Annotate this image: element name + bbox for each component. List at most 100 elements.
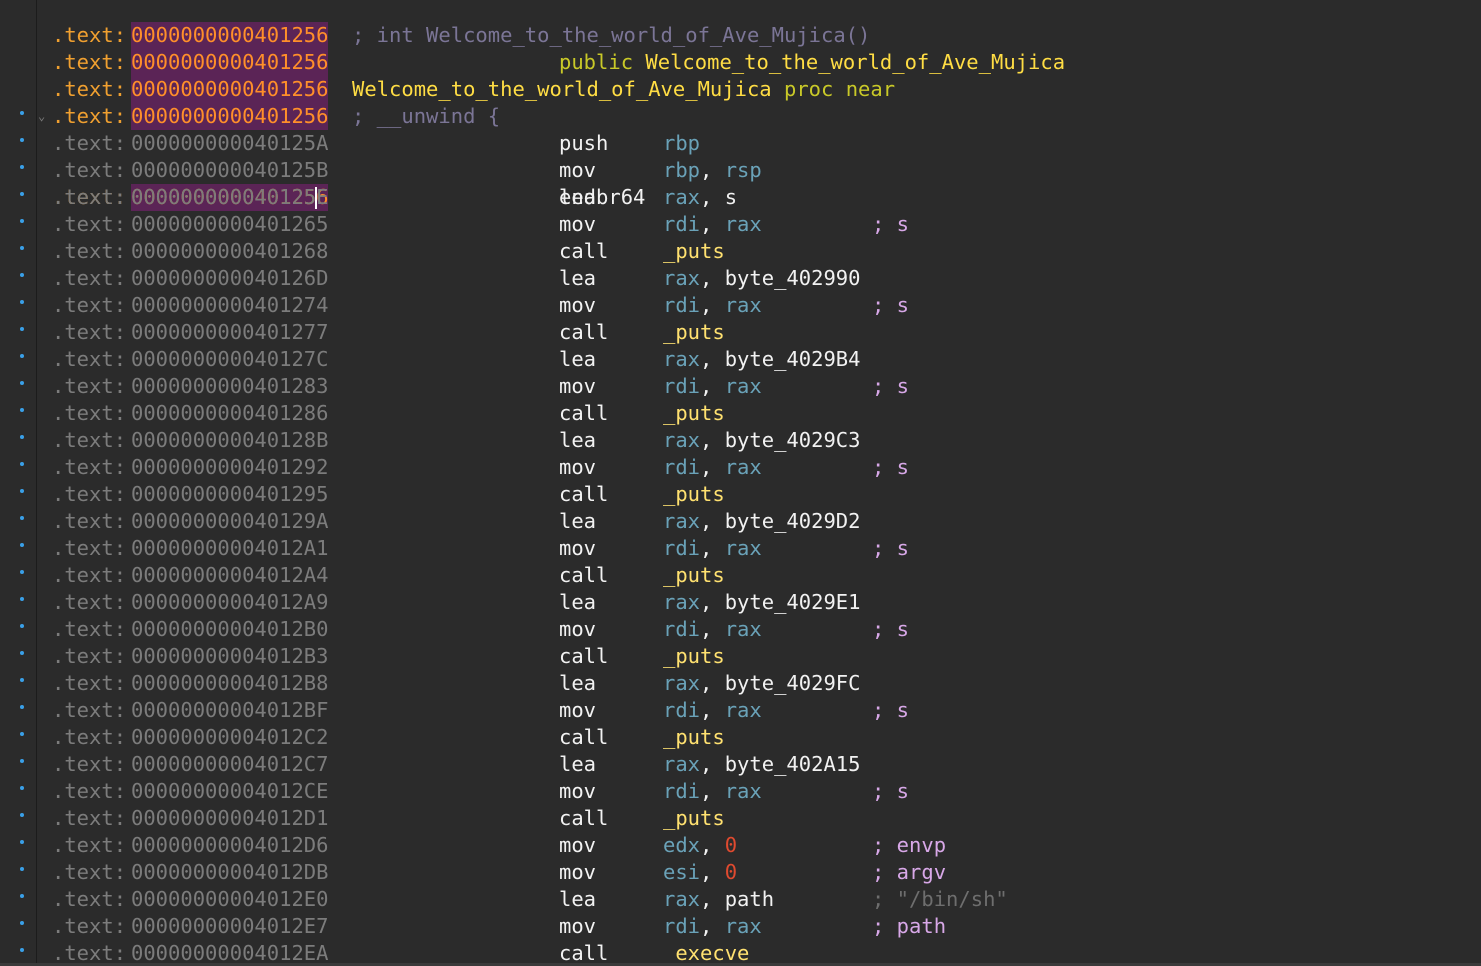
breakpoint-dot-icon[interactable] [20, 435, 24, 439]
chevron-down-icon[interactable]: ⌄ [38, 103, 45, 130]
name-operand[interactable]: byte_4029B4 [725, 347, 861, 371]
breakpoint-dot-icon[interactable] [20, 786, 24, 790]
register-operand[interactable]: rax [663, 185, 700, 209]
mnemonic[interactable]: mov [559, 859, 596, 886]
listing-line[interactable]: .text: 0000000000401295 call _puts [0, 481, 1481, 508]
breakpoint-dot-icon[interactable] [20, 300, 24, 304]
listing-line[interactable]: .text: 00000000004012DB mov esi, 0 ; argv [0, 859, 1481, 886]
mnemonic[interactable]: mov [559, 832, 596, 859]
mnemonic[interactable]: lea [559, 184, 596, 211]
listing-line[interactable]: .text: 000000000040127C lea rax, byte_4029B… [0, 346, 1481, 373]
register-operand[interactable]: rax [725, 779, 762, 803]
symbol-operand[interactable]: _puts [663, 401, 725, 425]
address[interactable]: 000000000040125E [131, 184, 328, 211]
disassembly-view[interactable]: .text: 0000000000401256; int Welcome_to_t… [0, 0, 1481, 966]
register-operand[interactable]: rax [663, 428, 700, 452]
mnemonic[interactable]: lea [559, 589, 596, 616]
breakpoint-dot-icon[interactable] [20, 948, 24, 952]
register-operand[interactable]: rdi [663, 536, 700, 560]
mnemonic[interactable]: mov [559, 778, 596, 805]
listing-line[interactable]: .text: 000000000040125E lea rax, s [0, 184, 1481, 211]
register-operand[interactable]: rsp [725, 158, 762, 182]
mnemonic[interactable]: lea [559, 886, 596, 913]
register-operand[interactable]: rax [725, 914, 762, 938]
mnemonic[interactable]: mov [559, 211, 596, 238]
listing-line[interactable]: .text: 0000000000401268 call _puts [0, 238, 1481, 265]
register-operand[interactable]: rax [663, 509, 700, 533]
listing-line[interactable]: .text: 000000000040126D lea rax, byte_40299… [0, 265, 1481, 292]
address[interactable]: 00000000004012DB [131, 859, 328, 886]
address[interactable]: 0000000000401295 [131, 481, 328, 508]
listing-line[interactable]: .text: 00000000004012D6 mov edx, 0 ; envp [0, 832, 1481, 859]
address[interactable]: 00000000004012E0 [131, 886, 328, 913]
listing-line[interactable]: .text: 00000000004012C7 lea rax, byte_402A1… [0, 751, 1481, 778]
register-operand[interactable]: rax [725, 212, 762, 236]
mnemonic[interactable]: push [559, 130, 608, 157]
breakpoint-dot-icon[interactable] [20, 462, 24, 466]
breakpoint-dot-icon[interactable] [20, 354, 24, 358]
address[interactable]: 000000000040128B [131, 427, 328, 454]
mnemonic[interactable]: mov [559, 616, 596, 643]
symbol-operand[interactable]: _execve [663, 941, 749, 965]
register-operand[interactable]: rax [725, 536, 762, 560]
listing-line[interactable]: .text: 00000000004012E7 mov rdi, rax ; path [0, 913, 1481, 940]
mnemonic[interactable]: lea [559, 265, 596, 292]
listing-line[interactable]: .text: 000000000040128B lea rax, byte_4029C… [0, 427, 1481, 454]
listing-line[interactable]: .text: 00000000004012B3 call _puts [0, 643, 1481, 670]
register-operand[interactable]: rdi [663, 374, 700, 398]
listing-line-proc-declaration[interactable]: .text: 0000000000401256 Welcome_to_the_wor… [0, 49, 1481, 103]
symbol-operand[interactable]: _puts [663, 644, 725, 668]
register-operand[interactable]: rdi [663, 293, 700, 317]
breakpoint-dot-icon[interactable] [20, 759, 24, 763]
listing-line[interactable]: .text: 00000000004012B0 mov rdi, rax ; s [0, 616, 1481, 643]
address[interactable]: 00000000004012B8 [131, 670, 328, 697]
listing-line[interactable]: .text: 00000000004012CE mov rdi, rax ; s [0, 778, 1481, 805]
register-operand[interactable]: rax [725, 293, 762, 317]
listing-line-public-declaration[interactable]: .text: 0000000000401256 public Welcome_to_… [0, 22, 1481, 76]
listing-line[interactable]: .text: 00000000004012B8 lea rax, byte_4029F… [0, 670, 1481, 697]
address[interactable]: 00000000004012C2 [131, 724, 328, 751]
breakpoint-dot-icon[interactable] [20, 867, 24, 871]
register-operand[interactable]: rdi [663, 698, 700, 722]
address[interactable]: 000000000040129A [131, 508, 328, 535]
mnemonic[interactable]: call [559, 400, 608, 427]
address[interactable]: 00000000004012E7 [131, 913, 328, 940]
address[interactable]: 00000000004012A4 [131, 562, 328, 589]
symbol-operand[interactable]: _puts [663, 239, 725, 263]
name-operand[interactable]: path [725, 887, 774, 911]
mnemonic[interactable]: mov [559, 535, 596, 562]
address[interactable]: 000000000040126D [131, 265, 328, 292]
mnemonic[interactable]: mov [559, 373, 596, 400]
register-operand[interactable]: rax [725, 698, 762, 722]
name-operand[interactable]: byte_402A15 [725, 752, 861, 776]
breakpoint-dot-icon[interactable] [20, 138, 24, 142]
symbol-operand[interactable]: _puts [663, 806, 725, 830]
breakpoint-dot-icon[interactable] [20, 813, 24, 817]
listing-line[interactable]: .text: 00000000004012A9 lea rax, byte_4029E… [0, 589, 1481, 616]
register-operand[interactable]: rdi [663, 617, 700, 641]
address[interactable]: 00000000004012A9 [131, 589, 328, 616]
mnemonic[interactable]: lea [559, 751, 596, 778]
breakpoint-dot-icon[interactable] [20, 921, 24, 925]
address[interactable]: 0000000000401277 [131, 319, 328, 346]
breakpoint-dot-icon[interactable] [20, 840, 24, 844]
breakpoint-dot-icon[interactable] [20, 489, 24, 493]
register-operand[interactable]: rbp [663, 158, 700, 182]
address[interactable]: 000000000040125A [131, 130, 328, 157]
symbol-operand[interactable]: _puts [663, 482, 725, 506]
symbol-operand[interactable]: _puts [663, 725, 725, 749]
mnemonic[interactable]: lea [559, 670, 596, 697]
register-operand[interactable]: rbp [663, 131, 700, 155]
listing-line[interactable]: .text: 000000000040125B mov rbp, rsp [0, 157, 1481, 184]
breakpoint-dot-icon[interactable] [20, 597, 24, 601]
listing-line[interactable]: .text: 00000000004012C2 call _puts [0, 724, 1481, 751]
name-operand[interactable]: byte_4029C3 [725, 428, 861, 452]
register-operand[interactable]: esi [663, 860, 700, 884]
breakpoint-dot-icon[interactable] [20, 381, 24, 385]
address[interactable]: 0000000000401283 [131, 373, 328, 400]
breakpoint-dot-icon[interactable] [20, 543, 24, 547]
breakpoint-dot-icon[interactable] [20, 192, 24, 196]
breakpoint-dot-icon[interactable] [20, 516, 24, 520]
breakpoint-dot-icon[interactable] [20, 678, 24, 682]
mnemonic[interactable]: call [559, 319, 608, 346]
